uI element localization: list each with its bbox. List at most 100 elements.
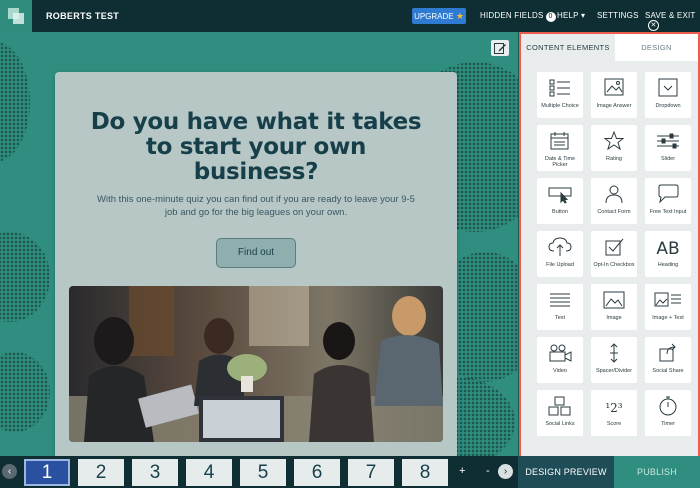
element-image-text[interactable]: Image + Text (645, 284, 691, 330)
element-rating[interactable]: Rating (591, 125, 637, 171)
element-label: Text (554, 315, 566, 321)
svg-text:¹2³: ¹2³ (605, 401, 622, 415)
hidden-fields-button[interactable]: HIDDEN FIELDS 0 (480, 11, 556, 22)
page-tab-5[interactable]: 5 (240, 459, 286, 486)
edit-icon[interactable] (491, 40, 509, 56)
dropdown-icon (658, 78, 678, 97)
element-label: Social Share (652, 368, 684, 374)
element-label: Date & Time Picker (544, 156, 576, 168)
element-image-answer[interactable]: Image Answer (591, 72, 637, 118)
quiz-headline[interactable]: Do you have what it takes to start your … (85, 110, 427, 185)
svg-text:AB: AB (656, 239, 679, 257)
page-tab-6[interactable]: 6 (294, 459, 340, 486)
element-text[interactable]: Text (537, 284, 583, 330)
element-file-upload[interactable]: File Upload (537, 231, 583, 277)
save-exit-label: SAVE & EXIT (645, 11, 696, 20)
chevron-left-icon[interactable]: ‹ (2, 464, 17, 479)
speech-bubble-icon (658, 184, 679, 204)
page-tab-4[interactable]: 4 (186, 459, 232, 486)
element-label: Video (553, 368, 567, 374)
element-contact-form[interactable]: Contact Form (591, 178, 637, 224)
tab-content-elements[interactable]: CONTENT ELEMENTS (521, 34, 615, 61)
star-icon (603, 131, 625, 151)
page-tab-7[interactable]: 7 (348, 459, 394, 486)
element-social-links[interactable]: Social Links (537, 390, 583, 436)
element-timer[interactable]: Timer (645, 390, 691, 436)
element-label: Score (606, 421, 622, 427)
element-opt-in-checkbox[interactable]: Opt-In Checkbox (591, 231, 637, 277)
social-links-icon (548, 396, 571, 416)
calendar-icon (550, 132, 569, 150)
element-image[interactable]: Image (591, 284, 637, 330)
image-answer-icon (604, 78, 624, 96)
page-tab-3[interactable]: 3 (132, 459, 178, 486)
slider-icon (657, 133, 679, 149)
remove-page-button[interactable]: - (486, 465, 490, 477)
element-label: Opt-In Checkbox (593, 262, 635, 268)
editor-canvas[interactable]: Do you have what it takes to start your … (0, 32, 518, 456)
elements-panel: CONTENT ELEMENTS DESIGN Multiple Choice … (519, 32, 700, 456)
save-exit-button[interactable]: SAVE & EXIT✕ (645, 11, 700, 31)
element-multiple-choice[interactable]: Multiple Choice (537, 72, 583, 118)
publish-button[interactable]: PUBLISH (614, 456, 700, 488)
quiz-start-card[interactable]: Do you have what it takes to start your … (55, 72, 457, 456)
help-menu[interactable]: HELP ▾ (557, 11, 585, 20)
page-tab-8[interactable]: 8 (402, 459, 448, 486)
element-label: Image (606, 315, 622, 321)
element-button[interactable]: Button (537, 178, 583, 224)
element-label: Heading (657, 262, 679, 268)
app-logo-icon[interactable] (0, 0, 32, 32)
button-icon (548, 187, 572, 204)
element-date-time-picker[interactable]: Date & Time Picker (537, 125, 583, 171)
element-label: Timer (661, 421, 675, 427)
element-slider[interactable]: Slider (645, 125, 691, 171)
team-meeting-photo[interactable] (69, 286, 443, 442)
element-heading[interactable]: AB Heading (645, 231, 691, 277)
element-social-share[interactable]: Social Share (645, 337, 691, 383)
image-text-icon (654, 292, 681, 307)
heading-icon: AB (656, 239, 679, 257)
page-tab-2[interactable]: 2 (78, 459, 124, 486)
stopwatch-icon (659, 396, 677, 416)
multiple-choice-icon (549, 79, 570, 97)
add-page-button[interactable]: + (459, 465, 465, 477)
tab-design[interactable]: DESIGN (615, 34, 698, 61)
contact-form-icon (605, 185, 623, 204)
element-label: Spacer/Divider (595, 368, 633, 374)
element-video[interactable]: Video (537, 337, 583, 383)
text-lines-icon (550, 293, 570, 307)
page-navigation-bar: ‹ 1 2 3 4 5 6 7 8 + - › DESIGN PREVIEW P… (0, 456, 700, 488)
star-icon: ★ (455, 11, 464, 21)
page-tab-1[interactable]: 1 (24, 459, 70, 486)
find-out-button[interactable]: Find out (216, 238, 296, 268)
element-label: Image + Text (652, 315, 684, 321)
element-score[interactable]: ¹2³ Score (591, 390, 637, 436)
element-label: File Upload (546, 262, 574, 268)
settings-button[interactable]: SETTINGS (597, 11, 639, 20)
design-preview-button[interactable]: DESIGN PREVIEW (518, 456, 614, 488)
elements-grid: Multiple Choice Image Answer Dropdown Da… (521, 61, 698, 456)
score-icon: ¹2³ (605, 401, 622, 415)
close-icon: ✕ (648, 20, 659, 31)
element-label: Rating (606, 156, 622, 162)
upgrade-button[interactable]: UPGRADE ★ (412, 8, 466, 24)
element-label: Dropdown (655, 103, 681, 109)
element-free-text-input[interactable]: Free Text Input (645, 178, 691, 224)
element-label: Contact Form (597, 209, 631, 215)
top-bar: ROBERTS TEST UPGRADE ★ HIDDEN FIELDS 0 HE… (0, 0, 700, 32)
element-label: Image Answer (596, 103, 632, 109)
cloud-upload-icon (548, 237, 572, 256)
quiz-description[interactable]: With this one-minute quiz you can find o… (95, 193, 417, 219)
element-spacer-divider[interactable]: Spacer/Divider (591, 337, 637, 383)
element-label: Slider (660, 156, 676, 162)
video-camera-icon (549, 344, 572, 362)
hidden-fields-label: HIDDEN FIELDS (480, 11, 544, 20)
share-icon (659, 343, 676, 362)
element-label: Social Links (545, 421, 575, 427)
checkbox-icon (605, 238, 624, 256)
element-label: Free Text Input (649, 209, 687, 215)
chevron-right-icon[interactable]: › (498, 464, 513, 479)
element-dropdown[interactable]: Dropdown (645, 72, 691, 118)
element-label: Multiple Choice (541, 103, 579, 109)
spacer-icon (610, 343, 618, 363)
